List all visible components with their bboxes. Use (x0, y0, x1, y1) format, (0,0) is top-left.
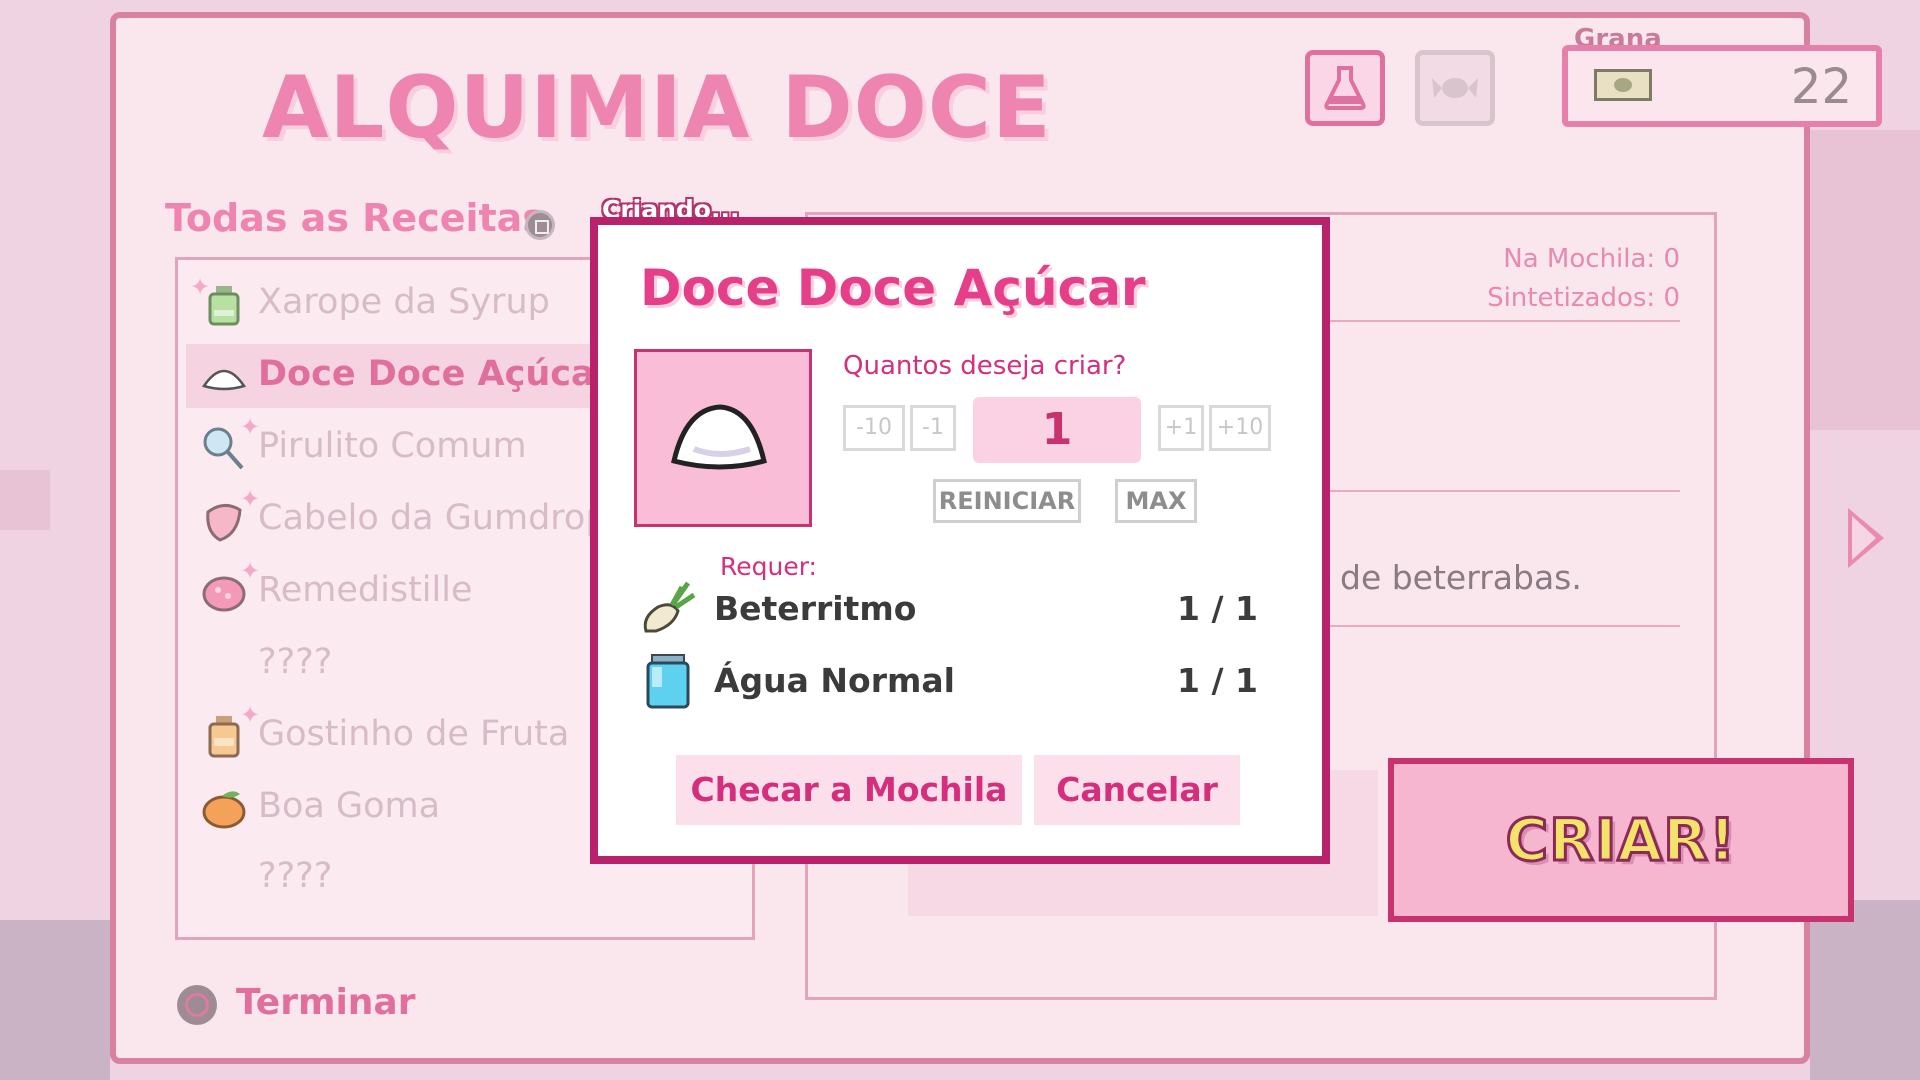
list-item-label: Doce Doce Açúcar (258, 354, 612, 394)
synthesized-count: Sintetizados: 0 (1487, 283, 1680, 313)
list-item-label: Cabelo da Gumdrop (258, 498, 608, 538)
background-shape (0, 470, 50, 530)
quantity-question: Quantos deseja criar? (843, 351, 1127, 381)
recipe-description: de beterrabas. (1340, 558, 1582, 597)
list-item-label: Gostinho de Fruta (258, 714, 570, 754)
remedy-icon (202, 576, 246, 612)
orange-icon (202, 791, 246, 829)
page-title: ALQUIMIA DOCE (262, 58, 1052, 158)
water-jar-icon (646, 654, 690, 709)
quantity-value[interactable]: 1 (973, 397, 1141, 463)
plus-10-button[interactable]: +10 (1209, 405, 1271, 451)
sugar-pile-icon (671, 404, 767, 470)
list-item-label: Remedistille (258, 570, 473, 610)
cancel-button[interactable]: Cancelar (1034, 755, 1240, 825)
list-item-label: Xarope da Syrup (258, 282, 550, 322)
plus-1-button[interactable]: +1 (1158, 405, 1204, 451)
list-item-label: ???? (258, 642, 333, 682)
item-preview (634, 349, 812, 527)
requirement-name: Beterritmo (714, 589, 917, 628)
sugar-pile-icon (202, 369, 246, 391)
candy-icon (1432, 78, 1478, 98)
tab-candy[interactable] (1415, 50, 1495, 126)
minus-10-button[interactable]: -10 (843, 405, 905, 451)
requires-label: Requer: (720, 552, 817, 581)
create-button[interactable]: CRIAR! (1388, 758, 1854, 922)
money-value: 22 (1790, 59, 1852, 115)
divider (1330, 490, 1680, 492)
list-item-label: Boa Goma (258, 786, 441, 826)
arrow-right-icon[interactable] (1848, 508, 1884, 568)
list-item-label: ???? (258, 856, 333, 896)
tab-alchemy[interactable] (1305, 50, 1385, 126)
finish-button[interactable]: Terminar (236, 982, 415, 1023)
circle-button-icon (177, 985, 217, 1025)
list-item-label: Pirulito Comum (258, 426, 527, 466)
crafting-dialog: Doce Doce Açúcar Quantos deseja criar? -… (590, 217, 1330, 864)
background-shape (0, 920, 110, 1080)
cash-icon (1594, 69, 1652, 101)
create-button-label: CRIAR! (1504, 805, 1737, 876)
minus-1-button[interactable]: -1 (910, 405, 956, 451)
reset-button[interactable]: REINICIAR (933, 479, 1081, 523)
gumdrop-hair-icon (206, 504, 242, 542)
syrup-bottle-icon (208, 286, 240, 326)
divider (1330, 625, 1680, 627)
recipes-title: Todas as Receitas (165, 196, 545, 240)
fruit-jar-icon (208, 716, 240, 758)
sort-button-icon[interactable] (525, 210, 555, 240)
lollipop-icon (203, 427, 244, 470)
in-bag-count: Na Mochila: 0 (1503, 244, 1680, 274)
requirement-name: Água Normal (714, 661, 955, 700)
divider (1330, 320, 1680, 322)
max-button[interactable]: MAX (1115, 479, 1197, 523)
background-shape (1810, 130, 1920, 430)
requirement-row: Água Normal 1 / 1 (638, 651, 1278, 711)
background-shape (1810, 900, 1920, 1080)
check-bag-button[interactable]: Checar a Mochila (676, 755, 1022, 825)
requirement-count: 1 / 1 (1177, 661, 1258, 700)
beet-icon (643, 581, 696, 633)
flask-icon (1324, 66, 1366, 110)
requirement-count: 1 / 1 (1177, 589, 1258, 628)
requirement-row: Beterritmo 1 / 1 (638, 579, 1278, 639)
money-display: 22 (1562, 45, 1882, 127)
modal-title: Doce Doce Açúcar (640, 259, 1146, 317)
